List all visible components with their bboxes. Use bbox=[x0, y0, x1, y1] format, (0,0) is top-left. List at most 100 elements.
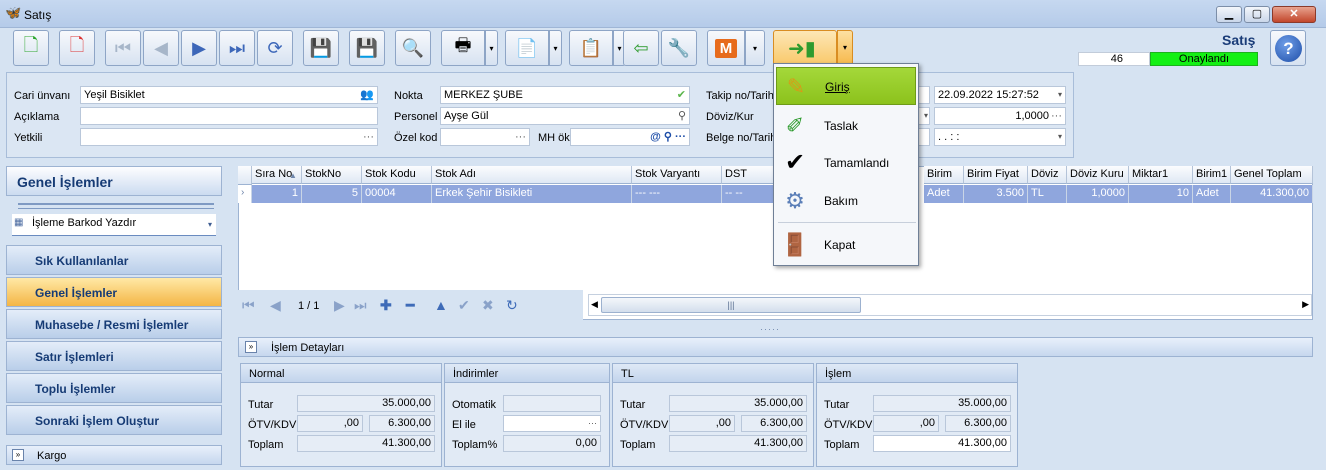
nav-genel-islemler[interactable]: Genel İşlemler bbox=[6, 277, 222, 307]
mh-ok-field[interactable]: @ ⚲ ··· bbox=[570, 128, 690, 146]
column-header[interactable]: DST bbox=[722, 166, 774, 184]
ellipsis-icon[interactable]: ··· bbox=[1051, 108, 1062, 124]
add-icon[interactable]: ✚ bbox=[380, 297, 392, 314]
nav-muhasebe[interactable]: Muhasebe / Resmi İşlemler bbox=[6, 309, 222, 339]
cari-field[interactable]: Yeşil Bisiklet 👥 bbox=[80, 86, 378, 104]
next-record-button[interactable]: ▶ bbox=[181, 30, 217, 66]
column-header[interactable]: Döviz Kuru bbox=[1067, 166, 1129, 184]
chevron-down-icon[interactable]: ▾ bbox=[208, 220, 212, 229]
grid-cell[interactable]: -- -- bbox=[722, 185, 774, 203]
people-icon[interactable]: 👥 bbox=[360, 87, 374, 103]
horizontal-scrollbar[interactable]: ◀ ||| ▶ bbox=[588, 294, 1312, 316]
close-button[interactable]: ✕ bbox=[1272, 6, 1316, 23]
next-icon[interactable]: ▶ bbox=[334, 297, 345, 314]
yetkili-field[interactable]: ··· bbox=[80, 128, 378, 146]
grid-cell[interactable]: Adet bbox=[924, 185, 964, 203]
ozel-kod-field[interactable]: ··· bbox=[440, 128, 530, 146]
grid-cell[interactable]: 1,0000 bbox=[1067, 185, 1129, 203]
transfer-button[interactable]: 📋 bbox=[569, 30, 613, 66]
chevron-down-icon[interactable]: ▾ bbox=[1058, 129, 1062, 145]
doviz-field[interactable]: ▾ bbox=[918, 107, 930, 125]
grid-cell[interactable]: 41.300,00 bbox=[1231, 185, 1313, 203]
previous-icon[interactable]: ◀ bbox=[270, 297, 281, 314]
sort-ascending-icon[interactable]: ▲ bbox=[289, 171, 297, 180]
menu-item-tamamlandi[interactable]: ✔ Tamamlandı bbox=[776, 144, 916, 182]
personel-field[interactable]: Ayşe Gül ⚲ bbox=[440, 107, 690, 125]
column-header[interactable]: Döviz bbox=[1028, 166, 1067, 184]
splitter-handle[interactable]: ····· bbox=[760, 324, 780, 334]
grid-cell[interactable]: 3.500 bbox=[964, 185, 1028, 203]
column-header[interactable]: Stok Kodu bbox=[362, 166, 432, 184]
m-button[interactable]: M bbox=[707, 30, 745, 66]
el-ile-field[interactable]: ··· bbox=[503, 415, 601, 432]
menu-item-taslak[interactable]: ✐ Taslak bbox=[776, 107, 916, 145]
previous-record-button[interactable]: ◀ bbox=[143, 30, 179, 66]
belge-no-field[interactable] bbox=[918, 128, 930, 146]
row-indicator[interactable]: › bbox=[238, 185, 252, 203]
nav-sonraki-islem[interactable]: Sonraki İşlem Oluştur bbox=[6, 405, 222, 435]
new-document-button[interactable]: 🗋 bbox=[13, 30, 49, 66]
nav-toplu-islemler[interactable]: Toplu İşlemler bbox=[6, 373, 222, 403]
minimize-button[interactable]: ▁ bbox=[1216, 6, 1242, 23]
email-icon[interactable]: @ ⚲ ··· bbox=[650, 129, 686, 145]
scroll-thumb[interactable]: ||| bbox=[601, 297, 861, 313]
person-search-icon[interactable]: ⚲ bbox=[678, 108, 686, 124]
grid-cell[interactable]: 1 bbox=[252, 185, 302, 203]
confirm-icon[interactable]: ✔ bbox=[458, 297, 470, 314]
print-button[interactable]: 🖶 bbox=[441, 30, 485, 66]
save-close-button[interactable]: 💾 bbox=[349, 30, 385, 66]
column-header[interactable]: Genel Toplam bbox=[1231, 166, 1313, 184]
nav-sik-kullanilanlar[interactable]: Sık Kullanılanlar bbox=[6, 245, 222, 275]
nokta-field[interactable]: MERKEZ ŞUBE ✔ bbox=[440, 86, 690, 104]
edit-icon[interactable]: ▲ bbox=[434, 297, 448, 313]
column-header[interactable]: Birim1 bbox=[1193, 166, 1231, 184]
cancel-icon[interactable]: ✖ bbox=[482, 297, 494, 314]
grid-cell[interactable]: 00004 bbox=[362, 185, 432, 203]
tools-button[interactable]: 🔧 bbox=[661, 30, 697, 66]
aciklama-field[interactable] bbox=[80, 107, 378, 125]
menu-item-giris[interactable]: ✎ Giriş bbox=[776, 67, 916, 105]
remove-icon[interactable]: ━ bbox=[406, 297, 414, 314]
collapse-icon[interactable]: » bbox=[245, 341, 257, 353]
last-record-button[interactable]: ⏭ bbox=[219, 30, 255, 66]
scroll-left-icon[interactable]: ◀ bbox=[591, 299, 598, 310]
scroll-right-icon[interactable]: ▶ bbox=[1302, 299, 1309, 310]
menu-item-bakim[interactable]: ⚙ Bakım bbox=[776, 182, 916, 220]
ellipsis-icon[interactable]: ··· bbox=[363, 129, 374, 145]
grid-cell[interactable]: TL bbox=[1028, 185, 1067, 203]
barcode-print-item[interactable]: ▦ İşleme Barkod Yazdır ▾ bbox=[12, 214, 216, 236]
chevron-down-icon[interactable]: ▾ bbox=[1058, 87, 1062, 103]
details-bar[interactable]: » İşlem Detayları bbox=[238, 337, 1313, 357]
nav-satir-islemleri[interactable]: Satır İşlemleri bbox=[6, 341, 222, 371]
kargo-bar[interactable]: » Kargo bbox=[6, 445, 222, 465]
export-dropdown[interactable]: ▾ bbox=[549, 30, 562, 66]
grid-cell[interactable]: Adet bbox=[1193, 185, 1231, 203]
delete-document-button[interactable]: 🗋 bbox=[59, 30, 95, 66]
export-pdf-button[interactable]: 📄 bbox=[505, 30, 549, 66]
exit-button[interactable]: ➜▮ bbox=[773, 30, 837, 66]
refresh-icon[interactable]: ↻ bbox=[506, 297, 518, 314]
exit-dropdown[interactable]: ▾ bbox=[837, 30, 853, 66]
expand-icon[interactable]: » bbox=[12, 449, 24, 461]
print-dropdown[interactable]: ▾ bbox=[485, 30, 498, 66]
m-dropdown[interactable]: ▾ bbox=[745, 30, 765, 66]
takip-no-field[interactable] bbox=[918, 86, 930, 104]
column-header[interactable]: StokNo bbox=[302, 166, 362, 184]
grid-cell[interactable]: 5 bbox=[302, 185, 362, 203]
grid-cell[interactable]: Erkek Şehir Bisikleti bbox=[432, 185, 632, 203]
grid-cell[interactable]: 10 bbox=[1129, 185, 1193, 203]
column-header[interactable]: Stok Varyantı bbox=[632, 166, 722, 184]
first-record-button[interactable]: ⏮ bbox=[105, 30, 141, 66]
belge-date-field[interactable]: . . : : ▾ bbox=[934, 128, 1066, 146]
chevron-down-icon[interactable]: ▾ bbox=[924, 108, 928, 124]
ellipsis-icon[interactable]: ··· bbox=[515, 129, 526, 145]
kur-field[interactable]: 1,0000 ··· bbox=[934, 107, 1066, 125]
first-icon[interactable]: ⏮ bbox=[242, 297, 255, 314]
maximize-button[interactable]: ▢ bbox=[1244, 6, 1270, 23]
ellipsis-icon[interactable]: ··· bbox=[588, 418, 597, 428]
column-header[interactable]: Birim bbox=[924, 166, 964, 184]
refresh-button[interactable]: ⟳ bbox=[257, 30, 293, 66]
save-button[interactable]: 💾 bbox=[303, 30, 339, 66]
column-header[interactable]: Miktar1 bbox=[1129, 166, 1193, 184]
last-icon[interactable]: ⏭ bbox=[354, 297, 367, 314]
